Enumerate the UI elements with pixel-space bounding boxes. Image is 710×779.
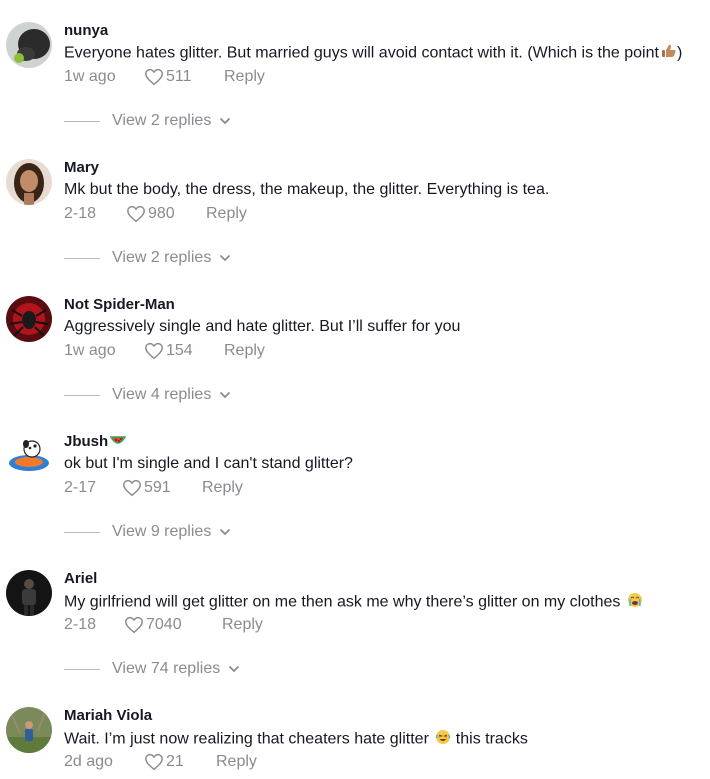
heart-icon: [127, 205, 145, 223]
comment-username[interactable]: Jbush: [64, 433, 127, 451]
woman-portrait-avatar-icon: [6, 159, 52, 205]
chevron-down-icon: [220, 528, 231, 536]
comment-time: 1w ago: [64, 342, 116, 359]
view-replies-button[interactable]: View 4 replies: [64, 386, 231, 404]
comment-meta: 1w ago 154 Reply: [64, 342, 265, 360]
heart-icon: [123, 479, 141, 497]
comment-text: ok but I'm single and I can't stand glit…: [64, 455, 353, 472]
like-button[interactable]: 511: [144, 68, 212, 86]
heart-icon: [145, 342, 163, 360]
view-replies-button[interactable]: View 2 replies: [64, 249, 231, 267]
chevron-down-icon: [220, 391, 231, 399]
view-replies-button[interactable]: View 2 replies: [64, 112, 231, 130]
avatar[interactable]: [6, 22, 52, 68]
reply-button[interactable]: Reply: [224, 68, 265, 86]
like-button[interactable]: 980: [126, 205, 194, 223]
like-count: 511: [166, 68, 192, 85]
comment-username[interactable]: Mary: [64, 159, 99, 176]
like-count: 591: [144, 479, 171, 496]
comment-text-body: Everyone hates glitter. But married guys…: [64, 44, 659, 62]
chevron-down-icon: [220, 254, 231, 262]
avatar[interactable]: [6, 570, 52, 616]
comment-text-tail: this tracks: [451, 730, 528, 748]
comment-text: My girlfriend will get glitter on me the…: [64, 592, 643, 613]
like-count: 7040: [146, 616, 182, 633]
view-replies-label: View 74 replies: [112, 660, 221, 677]
watermelon-emoji-icon: [109, 434, 127, 451]
reply-button[interactable]: Reply: [206, 205, 247, 223]
like-count: 980: [148, 205, 175, 222]
comment-meta: 1w ago 511 Reply: [64, 68, 265, 86]
comment-username[interactable]: Mariah Viola: [64, 707, 152, 724]
comment-text-tail: ): [676, 44, 683, 62]
view-replies-label: View 2 replies: [112, 112, 212, 129]
thumbs-up-emoji-icon: [661, 44, 677, 63]
divider-line: [64, 668, 100, 670]
chevron-down-icon: [229, 665, 240, 673]
dark-dog-avatar-icon: [6, 22, 52, 68]
comment-text: Wait. I’m just now realizing that cheate…: [64, 729, 528, 750]
comment-username[interactable]: nunya: [64, 22, 108, 39]
divider-line: [64, 120, 100, 122]
crying-emoji-icon: [627, 592, 643, 613]
avatar[interactable]: [6, 296, 52, 342]
like-button[interactable]: 21: [144, 753, 204, 771]
heart-icon: [145, 753, 163, 771]
avatar[interactable]: [6, 433, 52, 479]
comment-username[interactable]: Not Spider-Man: [64, 296, 175, 313]
comment-time: 2-18: [64, 616, 97, 633]
avatar[interactable]: [6, 707, 52, 753]
view-replies-button[interactable]: View 74 replies: [64, 660, 240, 678]
heart-icon: [125, 616, 143, 634]
heart-icon: [145, 68, 163, 86]
divider-line: [64, 531, 100, 533]
like-button[interactable]: 7040: [124, 616, 210, 634]
like-count: 21: [166, 753, 184, 770]
comment-time: 1w ago: [64, 68, 116, 85]
chevron-down-icon: [220, 117, 231, 125]
comment-text-body: My girlfriend will get glitter on me the…: [64, 593, 621, 611]
reply-button[interactable]: Reply: [202, 479, 243, 497]
avatar[interactable]: [6, 159, 52, 205]
view-replies-button[interactable]: View 9 replies: [64, 523, 231, 541]
dark-figure-avatar-icon: [6, 570, 52, 616]
view-replies-label: View 9 replies: [112, 523, 212, 540]
comment-meta: 2-18 7040 Reply: [64, 616, 263, 634]
like-count: 154: [166, 342, 193, 359]
red-spider-avatar-icon: [6, 296, 52, 342]
comment-meta: 2-18 980 Reply: [64, 205, 247, 223]
reply-button[interactable]: Reply: [224, 342, 265, 360]
like-button[interactable]: 591: [122, 479, 190, 497]
divider-line: [64, 394, 100, 396]
comment-text: Everyone hates glitter. But married guys…: [64, 44, 682, 63]
reply-button[interactable]: Reply: [216, 753, 257, 771]
comment-time: 2-17: [64, 479, 97, 496]
outdoor-person-avatar-icon: [6, 707, 52, 753]
cartoon-dog-avatar-icon: [6, 433, 52, 479]
comment-text-body: Wait. I’m just now realizing that cheate…: [64, 730, 429, 748]
comment-meta: 2-17 591 Reply: [64, 479, 243, 497]
view-replies-label: View 4 replies: [112, 386, 212, 403]
comment-time: 2-18: [64, 205, 97, 222]
comment-text: Aggressively single and hate glitter. Bu…: [64, 318, 461, 335]
comment-meta: 2d ago 21 Reply: [64, 753, 257, 771]
comment-time: 2d ago: [64, 753, 113, 770]
comment-username[interactable]: Ariel: [64, 570, 97, 587]
comment-text: Mk but the body, the dress, the makeup, …: [64, 181, 550, 198]
divider-line: [64, 257, 100, 259]
reply-button[interactable]: Reply: [222, 616, 263, 634]
like-button[interactable]: 154: [144, 342, 212, 360]
username-label: Jbush: [64, 433, 109, 450]
view-replies-label: View 2 replies: [112, 249, 212, 266]
laughing-emoji-icon: [435, 729, 451, 750]
